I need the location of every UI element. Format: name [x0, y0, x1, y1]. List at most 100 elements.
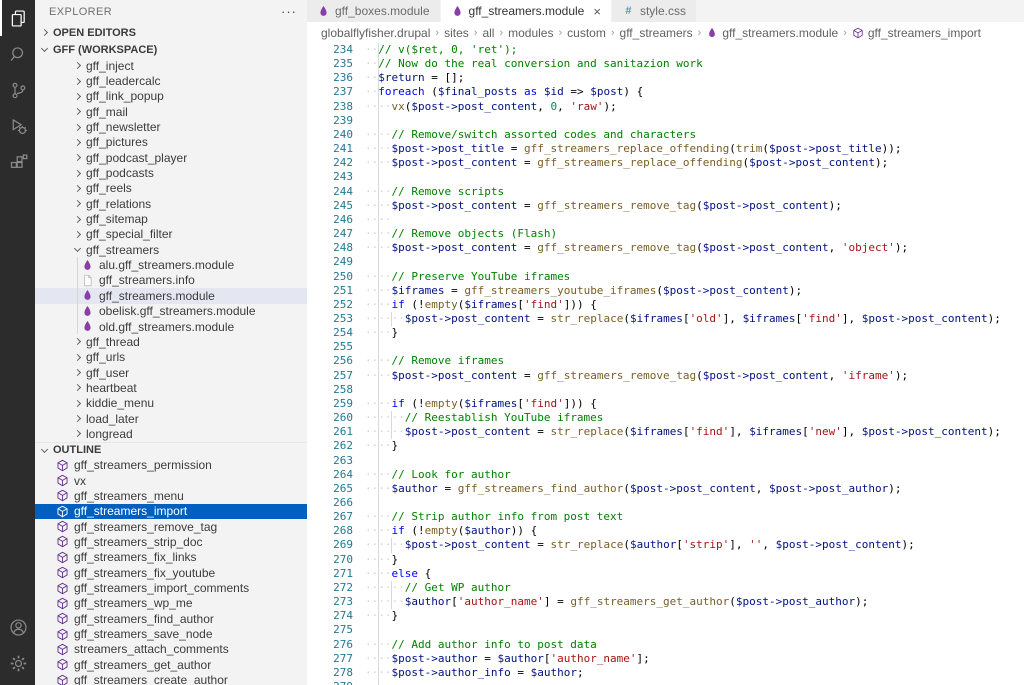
- outline-item-gff-streamers-save-node[interactable]: gff_streamers_save_node: [35, 626, 307, 641]
- breadcrumb-item-modules[interactable]: modules: [508, 26, 553, 40]
- line-number: 247: [307, 227, 353, 241]
- activity-account-button[interactable]: [0, 609, 35, 645]
- outline-item-gff-streamers-find-author[interactable]: gff_streamers_find_author: [35, 611, 307, 626]
- line-number: 277: [307, 652, 353, 666]
- breadcrumb-item-gff-streamers[interactable]: gff_streamers: [620, 26, 693, 40]
- tree-item-gff-newsletter[interactable]: gff_newsletter: [35, 119, 307, 134]
- method-icon: [56, 643, 69, 656]
- line-number: 243: [307, 170, 353, 184]
- activity-bar: [0, 0, 35, 685]
- tree-item-gff-user[interactable]: gff_user: [35, 365, 307, 380]
- outline-section[interactable]: OUTLINE: [35, 442, 307, 458]
- tree-item-obelisk-gff-streamers-module[interactable]: obelisk.gff_streamers.module: [35, 304, 307, 319]
- breadcrumb-separator: ›: [435, 27, 439, 39]
- activity-extensions-button[interactable]: [0, 144, 35, 180]
- activity-search-button[interactable]: [0, 36, 35, 72]
- more-actions-icon[interactable]: ···: [281, 7, 297, 17]
- tree-item-gff-reels[interactable]: gff_reels: [35, 181, 307, 196]
- outline-item-gff-streamers-menu[interactable]: gff_streamers_menu: [35, 488, 307, 503]
- tree-item-gff-sitemap[interactable]: gff_sitemap: [35, 211, 307, 226]
- outline-item-gff-streamers-get-author[interactable]: gff_streamers_get_author: [35, 657, 307, 672]
- breadcrumb-item-custom[interactable]: custom: [567, 26, 606, 40]
- outline-item-gff-streamers-wp-me[interactable]: gff_streamers_wp_me: [35, 596, 307, 611]
- workspace-section[interactable]: GFF (WORKSPACE): [35, 41, 307, 58]
- tree-item-heartbeat[interactable]: heartbeat: [35, 380, 307, 395]
- outline-item-gff-streamers-fix-links[interactable]: gff_streamers_fix_links: [35, 550, 307, 565]
- outline-item-gff-streamers-fix-youtube[interactable]: gff_streamers_fix_youtube: [35, 565, 307, 580]
- tree-item-gff-pictures[interactable]: gff_pictures: [35, 135, 307, 150]
- whitespace-dots: ····: [365, 128, 392, 141]
- tree-item-kiddie-menu[interactable]: kiddie_menu: [35, 396, 307, 411]
- symbol-name: vx: [74, 474, 86, 488]
- css-hash-icon: #: [625, 5, 631, 17]
- tab-gff-boxes-module[interactable]: gff_boxes.module: [307, 0, 441, 22]
- search-icon: [8, 44, 29, 65]
- line-number: 264: [307, 468, 353, 482]
- tree-item-gff-podcasts[interactable]: gff_podcasts: [35, 165, 307, 180]
- whitespace-dots: ····: [365, 270, 392, 283]
- code-line-272: 272······// Get WP author: [307, 581, 1024, 595]
- tree-item-gff-mail[interactable]: gff_mail: [35, 104, 307, 119]
- outline-item-gff-streamers-import-comments[interactable]: gff_streamers_import_comments: [35, 580, 307, 595]
- files-icon: [8, 8, 29, 29]
- open-editors-section[interactable]: OPEN EDITORS: [35, 24, 307, 41]
- breadcrumb-item-sites[interactable]: sites: [444, 26, 469, 40]
- whitespace-dots: ····: [365, 652, 392, 665]
- tree-item-gff-urls[interactable]: gff_urls: [35, 350, 307, 365]
- tree-item-gff-streamers-module[interactable]: gff_streamers.module: [35, 288, 307, 303]
- open-editors-label: OPEN EDITORS: [53, 27, 136, 39]
- breadcrumb-item-all[interactable]: all: [482, 26, 494, 40]
- tree-item-longread[interactable]: longread: [35, 426, 307, 441]
- code-line-245: 245····$post->post_content = gff_streame…: [307, 199, 1024, 213]
- activity-run-debug-button[interactable]: [0, 108, 35, 144]
- line-content: ····}: [365, 553, 398, 567]
- tree-item-gff-streamers-info[interactable]: gff_streamers.info: [35, 273, 307, 288]
- tab-gff-streamers-module[interactable]: gff_streamers.module×: [441, 0, 612, 22]
- folder-name: gff_link_popup: [86, 89, 164, 103]
- line-number: 263: [307, 454, 353, 468]
- breadcrumb-item-globalflyfisher-drupal[interactable]: globalflyfisher.drupal: [321, 26, 430, 40]
- close-icon[interactable]: ×: [593, 5, 601, 18]
- breadcrumb-separator: ›: [611, 27, 615, 39]
- code-editor[interactable]: 234··// v($ret, 0, 'ret');235··// Now do…: [307, 43, 1024, 685]
- method-icon: [56, 628, 69, 641]
- tree-item-old-gff-streamers-module[interactable]: old.gff_streamers.module: [35, 319, 307, 334]
- tree-item-gff-thread[interactable]: gff_thread: [35, 334, 307, 349]
- whitespace-dots: ····: [365, 524, 392, 537]
- outline-item-vx[interactable]: vx: [35, 473, 307, 488]
- outline-item-gff-streamers-strip-doc[interactable]: gff_streamers_strip_doc: [35, 534, 307, 549]
- whitespace-dots: ··: [365, 71, 378, 84]
- breadcrumb-item-gff-streamers-import[interactable]: gff_streamers_import: [852, 26, 981, 40]
- outline-item-gff-streamers-import[interactable]: gff_streamers_import: [35, 504, 307, 519]
- folder-name: heartbeat: [86, 381, 137, 395]
- folder-name: gff_podcasts: [86, 166, 154, 180]
- tree-item-gff-leadercalc[interactable]: gff_leadercalc: [35, 73, 307, 88]
- tree-item-gff-special-filter[interactable]: gff_special_filter: [35, 227, 307, 242]
- method-icon: [56, 674, 69, 685]
- tab-style-css[interactable]: #style.css: [612, 0, 697, 22]
- outline-item-streamers-attach-comments[interactable]: streamers_attach_comments: [35, 642, 307, 657]
- tree-item-gff-podcast-player[interactable]: gff_podcast_player: [35, 150, 307, 165]
- method-icon: [56, 459, 69, 472]
- line-number: 260: [307, 411, 353, 425]
- activity-settings-button[interactable]: [0, 645, 35, 681]
- tree-item-alu-gff-streamers-module[interactable]: alu.gff_streamers.module: [35, 257, 307, 272]
- symbol-name: gff_streamers_import_comments: [74, 581, 249, 595]
- line-number: 273: [307, 595, 353, 609]
- drupal-file-icon: [317, 5, 330, 18]
- folder-name: gff_pictures: [86, 135, 148, 149]
- tree-item-gff-inject[interactable]: gff_inject: [35, 58, 307, 73]
- activity-source-control-button[interactable]: [0, 72, 35, 108]
- tree-item-gff-link-popup[interactable]: gff_link_popup: [35, 89, 307, 104]
- activity-explorer-button[interactable]: [0, 0, 35, 36]
- outline-item-gff-streamers-remove-tag[interactable]: gff_streamers_remove_tag: [35, 519, 307, 534]
- code-line-258: 258: [307, 383, 1024, 397]
- outline-item-gff-streamers-create-author[interactable]: gff_streamers_create_author: [35, 672, 307, 685]
- outline-item-gff-streamers-permission[interactable]: gff_streamers_permission: [35, 458, 307, 473]
- whitespace-dots: ··: [365, 43, 378, 56]
- tree-item-load-later[interactable]: load_later: [35, 411, 307, 426]
- folder-name: longread: [86, 427, 133, 441]
- breadcrumb-item-gff-streamers-module[interactable]: gff_streamers.module: [706, 26, 838, 40]
- tree-item-gff-streamers[interactable]: gff_streamers: [35, 242, 307, 257]
- tree-item-gff-relations[interactable]: gff_relations: [35, 196, 307, 211]
